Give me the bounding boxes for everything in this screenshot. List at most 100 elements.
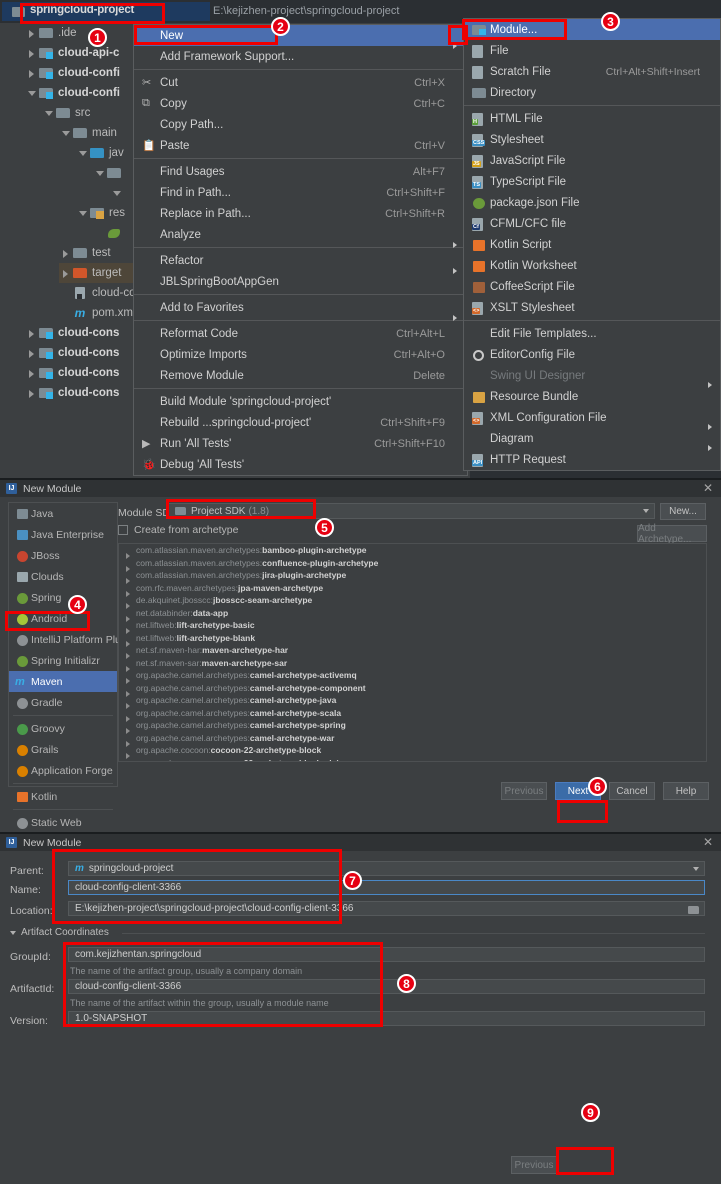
submenu-item[interactable]: Resource Bundle (464, 386, 720, 407)
submenu-item[interactable]: Directory (464, 82, 720, 103)
module-type-item[interactable]: Grails (9, 739, 117, 760)
module-type-item[interactable]: Application Forge (9, 760, 117, 781)
context-menu-item[interactable]: Rebuild ...springcloud-project' Ctrl+Shif… (134, 412, 467, 433)
archetype-row[interactable]: org.apache.camel.archetypes: camel-archet… (119, 707, 706, 722)
archetype-row[interactable]: net.databinder: data-app (119, 607, 706, 622)
submenu-item[interactable]: package.json File (464, 192, 720, 213)
archetype-row[interactable]: org.apache.camel.archetypes: camel-archet… (119, 682, 706, 697)
new-submenu[interactable]: Module... File Scratch File Ctrl+Alt+Shift+… (463, 18, 721, 471)
submenu-item[interactable]: Scratch File Ctrl+Alt+Shift+Insert (464, 61, 720, 82)
module-type-item[interactable]: IntelliJ Platform Plugin (9, 629, 135, 650)
submenu-item[interactable]: Kotlin Worksheet (464, 255, 720, 276)
context-menu-item[interactable]: Find in Path... Ctrl+Shift+F (134, 182, 467, 203)
context-menu-item[interactable]: Optimize Imports Ctrl+Alt+O (134, 344, 467, 365)
context-menu-item[interactable]: Remove Module Delete (134, 365, 467, 386)
new-module-wizard-dialog[interactable]: IJ New Module ✕ Java Java Enterprise JBoss… (0, 478, 721, 871)
archetype-row[interactable]: org.apache.camel.archetypes: camel-archet… (119, 694, 706, 710)
module-type-item[interactable]: Groovy (9, 718, 117, 739)
submenu-item[interactable]: API HTTP Request (464, 449, 720, 470)
chevron-down-icon-parent[interactable] (693, 867, 699, 871)
module-type-item[interactable]: Static Web (9, 812, 117, 833)
archetype-row[interactable]: com.atlassian.maven.archetypes: bamboo-pl… (119, 544, 706, 560)
artifactid-input[interactable]: cloud-config-client-3366 (68, 979, 705, 994)
browse-folder-icon[interactable] (688, 906, 699, 914)
module-type-item[interactable]: Spring (9, 587, 117, 608)
submenu-item[interactable]: <> XSLT Stylesheet (464, 297, 720, 318)
chevron-down-icon[interactable] (76, 206, 90, 220)
module-type-item[interactable]: Spring Initializr (9, 650, 117, 671)
name-input[interactable]: cloud-config-client-3366 (68, 880, 705, 895)
archetype-row[interactable]: org.apache.cocoon:cocoon-22-archetype-bl… (119, 757, 706, 761)
context-menu-item[interactable]: 🐞 Debug 'All Tests' (134, 454, 467, 475)
archetype-row[interactable]: de.akquinet.jbosscc: jbosscc-seam-archety… (119, 594, 706, 610)
context-menu-item[interactable]: Replace in Path... Ctrl+Shift+R (134, 203, 467, 224)
context-menu-item[interactable]: ⧉ Copy Ctrl+C (134, 93, 467, 114)
parent-select[interactable]: m springcloud-project (68, 861, 705, 876)
submenu-item[interactable]: CSS Stylesheet (464, 129, 720, 150)
submenu-item[interactable]: Kotlin Script (464, 234, 720, 255)
archetype-row[interactable]: com.atlassian.maven.archetypes: confluenc… (119, 557, 706, 572)
submenu-item[interactable]: H HTML File (464, 108, 720, 129)
artifact-coordinates-section[interactable]: Artifact Coordinates (10, 927, 109, 938)
module-sdk-select[interactable]: Project SDK (1.8) (168, 503, 655, 519)
submenu-item[interactable]: File (464, 40, 720, 61)
module-type-item[interactable]: Android (9, 608, 117, 629)
help-button[interactable]: Help (663, 782, 709, 800)
close-icon-2[interactable]: ✕ (703, 836, 713, 849)
context-menu-item[interactable]: Build Module 'springcloud-project' (134, 391, 467, 412)
chevron-right-icon[interactable] (25, 386, 39, 400)
context-menu[interactable]: New Add Framework Support... ✂ Cut Ctrl+X ⧉ Co… (133, 24, 468, 476)
submenu-item[interactable]: EditorConfig File (464, 344, 720, 365)
submenu-item[interactable]: TS TypeScript File (464, 171, 720, 192)
new-sdk-button[interactable]: New... (660, 503, 706, 520)
context-menu-item[interactable]: Copy Path... (134, 114, 467, 135)
archetype-row[interactable]: org.apache.camel.archetypes: camel-archet… (119, 732, 706, 747)
context-menu-item[interactable]: 📋 Paste Ctrl+V (134, 135, 467, 156)
module-type-list[interactable]: Java Java Enterprise JBoss Clouds Spring Andr… (8, 502, 135, 871)
archetype-row[interactable]: net.sf.maven-sar: maven-archetype-sar (119, 657, 706, 672)
create-from-archetype-checkbox[interactable] (118, 525, 128, 535)
archetype-row[interactable]: com.rfc.maven.archetypes: jpa-maven-arche… (119, 582, 706, 597)
submenu-item[interactable]: CoffeeScript File (464, 276, 720, 297)
module-type-item[interactable]: m Maven (9, 671, 117, 692)
submenu-item[interactable]: Edit File Templates... (464, 323, 720, 344)
module-type-item[interactable]: JBoss (9, 545, 117, 566)
chevron-right-icon[interactable] (25, 346, 39, 360)
archetype-row[interactable]: org.apache.camel.archetypes: camel-archet… (119, 669, 706, 685)
submenu-item[interactable]: Diagram (464, 428, 720, 451)
chevron-right-icon[interactable] (25, 326, 39, 340)
cancel-button[interactable]: Cancel (609, 782, 655, 800)
context-menu-item[interactable]: ✂ Cut Ctrl+X (134, 72, 467, 93)
previous-button-2[interactable]: Previous (511, 1156, 557, 1174)
chevron-down-icon[interactable] (42, 106, 56, 120)
chevron-right-icon[interactable] (59, 266, 73, 280)
chevron-right-icon[interactable] (25, 66, 39, 80)
context-menu-item[interactable]: New (134, 25, 467, 49)
chevron-down-icon[interactable] (76, 146, 90, 160)
context-menu-item[interactable]: ▶ Run 'All Tests' Ctrl+Shift+F10 (134, 433, 467, 454)
chevron-right-icon[interactable] (59, 246, 73, 260)
chevron-down-icon[interactable] (59, 126, 73, 140)
chevron-right-icon[interactable] (25, 366, 39, 380)
chevron-down-icon[interactable] (643, 509, 649, 513)
archetype-row[interactable]: net.liftweb: lift-archetype-blank (119, 632, 706, 647)
submenu-item[interactable]: <> XML Configuration File (464, 407, 720, 430)
close-icon[interactable]: ✕ (703, 482, 713, 495)
module-type-item[interactable]: Gradle (9, 692, 117, 713)
context-menu-item[interactable]: Refactor (134, 250, 467, 274)
module-type-item[interactable]: Kotlin (9, 786, 117, 807)
context-menu-item[interactable]: Reformat Code Ctrl+Alt+L (134, 323, 467, 344)
context-menu-item[interactable]: Add to Favorites (134, 297, 467, 321)
archetype-row[interactable]: org.apache.camel.archetypes: camel-archet… (119, 719, 706, 735)
create-from-archetype-row[interactable]: Create from archetype (118, 524, 238, 536)
location-input[interactable]: E:\kejizhen-project\springcloud-project\… (68, 901, 705, 916)
submenu-item[interactable]: Module... (464, 19, 720, 40)
chevron-right-icon[interactable] (25, 26, 39, 40)
archetype-row[interactable]: net.sf.maven-har: maven-archetype-har (119, 644, 706, 660)
context-menu-item[interactable]: Analyze (134, 224, 467, 248)
submenu-item[interactable]: Cf CFML/CFC file (464, 213, 720, 234)
chevron-right-icon[interactable] (25, 46, 39, 60)
context-menu-item[interactable]: Add Framework Support... (134, 46, 467, 67)
archetype-row[interactable]: net.liftweb: lift-archetype-basic (119, 619, 706, 635)
submenu-item[interactable]: JS JavaScript File (464, 150, 720, 171)
